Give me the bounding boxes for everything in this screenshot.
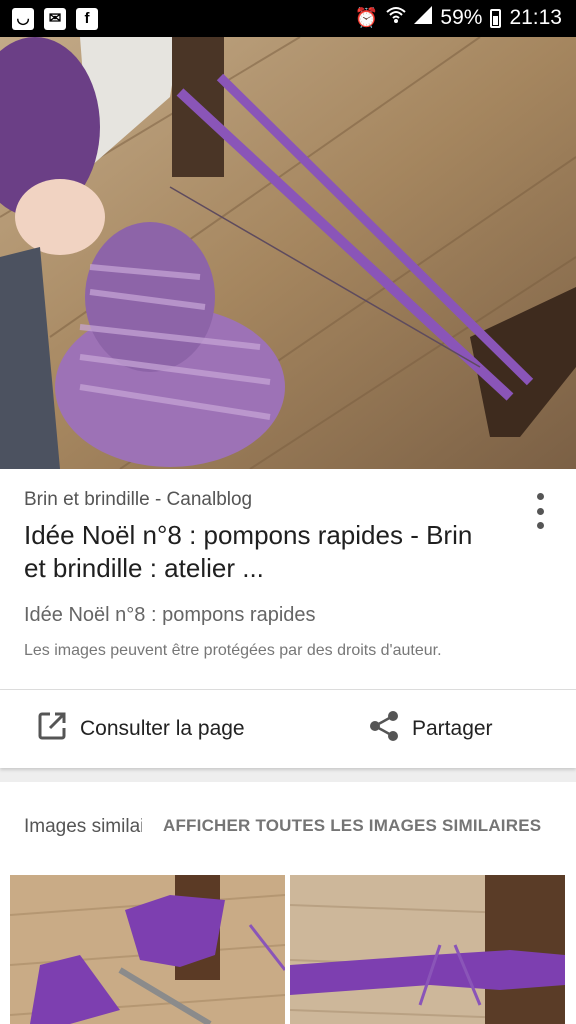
mail-icon: ✉ — [44, 8, 66, 30]
result-info: Brin et brindille - Canalblog Idée Noël … — [0, 469, 576, 689]
facebook-icon: f — [76, 8, 98, 30]
alarm-icon: ⏰ — [354, 8, 379, 29]
visit-page-label: Consulter la page — [80, 717, 245, 740]
result-image[interactable] — [0, 37, 576, 469]
clock: 21:13 — [509, 6, 562, 29]
status-bar: ◡ ✉ f ⏰ 59% 21:13 — [0, 0, 576, 37]
system-status: ⏰ 59% 21:13 — [355, 6, 562, 30]
share-button[interactable]: Partager — [368, 710, 493, 748]
similar-images-section: Images similaires AFFICHER TOUTES LES IM… — [0, 782, 576, 1024]
similar-image-thumbnail[interactable] — [10, 875, 285, 1024]
notification-icons: ◡ ✉ f — [12, 8, 98, 30]
result-subtitle: Idée Noël n°8 : pompons rapides — [24, 604, 316, 626]
signal-icon — [414, 6, 433, 30]
share-label: Partager — [412, 717, 493, 740]
similar-image-thumbnail[interactable] — [290, 875, 565, 1024]
show-all-similar-button[interactable]: AFFICHER TOUTES LES IMAGES SIMILAIRES — [163, 816, 541, 836]
action-bar: Consulter la page Partager — [0, 690, 576, 768]
result-source[interactable]: Brin et brindille - Canalblog — [24, 489, 252, 511]
copyright-notice: Les images peuvent être protégées par de… — [24, 642, 442, 659]
similar-images-label: Images similaires — [24, 816, 142, 837]
share-icon — [368, 710, 400, 748]
battery-percent: 59% — [440, 6, 483, 29]
wifi-icon — [386, 6, 407, 30]
result-title[interactable]: Idée Noël n°8 : pompons rapides - Brin e… — [24, 519, 494, 585]
open-in-new-icon — [36, 710, 68, 748]
battery-icon — [490, 8, 502, 28]
app-notification-icon: ◡ — [12, 8, 34, 30]
more-options-icon[interactable] — [534, 493, 546, 529]
visit-page-button[interactable]: Consulter la page — [36, 710, 245, 748]
